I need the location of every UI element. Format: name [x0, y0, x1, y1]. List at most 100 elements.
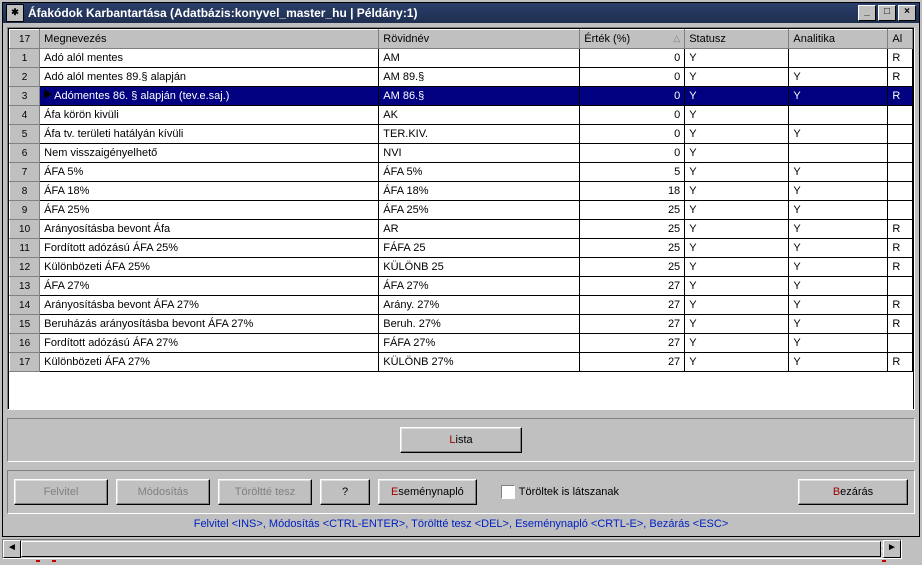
table-row[interactable]: 14Arányosításba bevont ÁFA 27%Arány. 27%… — [10, 296, 913, 315]
table-row[interactable]: 15Beruházás arányosításba bevont ÁFA 27%… — [10, 315, 913, 334]
row-header[interactable]: 6 — [10, 144, 40, 163]
cell[interactable]: Y — [685, 239, 789, 258]
cell[interactable]: ÁFA 27% — [379, 277, 580, 296]
row-header[interactable]: 13 — [10, 277, 40, 296]
cell[interactable]: Y — [789, 125, 888, 144]
cell[interactable]: Arány. 27% — [379, 296, 580, 315]
cell[interactable]: ▶Adómentes 86. § alapján (tev.e.saj.) — [40, 87, 379, 106]
lista-button[interactable]: Lista — [400, 427, 522, 453]
cell[interactable]: 18 — [580, 182, 685, 201]
cell[interactable]: AM 89.§ — [379, 68, 580, 87]
table-row[interactable]: 12Különbözeti ÁFA 25%KÜLÖNB 2525YYR — [10, 258, 913, 277]
row-header[interactable]: 4 — [10, 106, 40, 125]
col-header-name[interactable]: Megnevezés — [40, 30, 379, 49]
cell[interactable]: Y — [789, 220, 888, 239]
cell[interactable]: KÜLÖNB 27% — [379, 353, 580, 372]
cell[interactable]: ÁFA 18% — [379, 182, 580, 201]
bezaras-button[interactable]: Bezárás — [798, 479, 908, 505]
table-row[interactable]: 10Arányosításba bevont ÁfaAR25YYR — [10, 220, 913, 239]
col-header-value[interactable]: Érték (%)△ — [580, 30, 685, 49]
col-header-short[interactable]: Rövidnév — [379, 30, 580, 49]
cell[interactable]: Y — [685, 49, 789, 68]
cell[interactable]: Y — [685, 68, 789, 87]
cell[interactable]: Y — [789, 353, 888, 372]
row-header[interactable]: 16 — [10, 334, 40, 353]
cell[interactable]: 27 — [580, 334, 685, 353]
data-grid[interactable]: 17 Megnevezés Rövidnév Érték (%)△ Status… — [9, 29, 913, 372]
cell[interactable]: Áfa körön kivüli — [40, 106, 379, 125]
cell[interactable]: Y — [685, 144, 789, 163]
table-row[interactable]: 9ÁFA 25%ÁFA 25%25YY — [10, 201, 913, 220]
cell[interactable]: Y — [789, 163, 888, 182]
scroll-thumb[interactable] — [21, 541, 881, 557]
row-header[interactable]: 11 — [10, 239, 40, 258]
cell[interactable]: Y — [685, 106, 789, 125]
col-header-analytic[interactable]: Analitika — [789, 30, 888, 49]
cell[interactable]: 5 — [580, 163, 685, 182]
cell[interactable] — [888, 277, 913, 296]
cell[interactable]: AR — [379, 220, 580, 239]
cell[interactable]: Beruh. 27% — [379, 315, 580, 334]
cell[interactable]: Fordított adózású ÁFA 27% — [40, 334, 379, 353]
cell[interactable]: 0 — [580, 125, 685, 144]
cell[interactable]: AM — [379, 49, 580, 68]
cell[interactable]: Arányosításba bevont Áfa — [40, 220, 379, 239]
cell[interactable]: 25 — [580, 239, 685, 258]
cell[interactable]: Y — [789, 87, 888, 106]
cell[interactable]: KÜLÖNB 25 — [379, 258, 580, 277]
table-row[interactable]: 4Áfa körön kivüliAK0Y — [10, 106, 913, 125]
row-header[interactable]: 7 — [10, 163, 40, 182]
toroltek-checkbox[interactable]: Töröltek is látszanak — [501, 485, 619, 499]
table-row[interactable]: 13ÁFA 27%ÁFA 27%27YY — [10, 277, 913, 296]
cell[interactable] — [888, 125, 913, 144]
cell[interactable]: 25 — [580, 220, 685, 239]
cell[interactable]: Y — [789, 277, 888, 296]
table-row[interactable]: 16Fordított adózású ÁFA 27%FÁFA 27%27YY — [10, 334, 913, 353]
cell[interactable]: Áfa tv. területi hatályán kívüli — [40, 125, 379, 144]
cell[interactable]: Beruházás arányosításba bevont ÁFA 27% — [40, 315, 379, 334]
cell[interactable]: Y — [685, 182, 789, 201]
cell[interactable] — [888, 182, 913, 201]
cell[interactable]: 25 — [580, 201, 685, 220]
cell[interactable]: FÁFA 25 — [379, 239, 580, 258]
row-header[interactable]: 9 — [10, 201, 40, 220]
cell[interactable] — [888, 334, 913, 353]
felvitel-button[interactable]: Felvitel — [14, 479, 108, 505]
cell[interactable]: Y — [685, 201, 789, 220]
esemenynaplo-button[interactable]: Eseménynapló — [378, 479, 477, 505]
cell[interactable] — [789, 106, 888, 125]
cell[interactable]: Y — [685, 353, 789, 372]
cell[interactable]: Y — [685, 315, 789, 334]
table-row[interactable]: 5Áfa tv. területi hatályán kívüliTER.KIV… — [10, 125, 913, 144]
cell[interactable]: R — [888, 258, 913, 277]
cell[interactable]: 25 — [580, 258, 685, 277]
cell[interactable]: Y — [789, 258, 888, 277]
row-header[interactable]: 2 — [10, 68, 40, 87]
cell[interactable]: Különbözeti ÁFA 25% — [40, 258, 379, 277]
cell[interactable]: 27 — [580, 315, 685, 334]
row-header[interactable]: 14 — [10, 296, 40, 315]
minimize-button[interactable]: _ — [858, 5, 876, 21]
cell[interactable]: Y — [685, 334, 789, 353]
row-header[interactable]: 15 — [10, 315, 40, 334]
cell[interactable]: Y — [789, 315, 888, 334]
checkbox-box[interactable] — [501, 485, 515, 499]
scroll-right-icon[interactable]: ► — [883, 540, 901, 558]
cell[interactable]: 0 — [580, 106, 685, 125]
cell[interactable]: Y — [685, 220, 789, 239]
cell[interactable] — [789, 144, 888, 163]
cell[interactable]: Y — [789, 201, 888, 220]
cell[interactable]: Arányosításba bevont ÁFA 27% — [40, 296, 379, 315]
cell[interactable]: 27 — [580, 296, 685, 315]
cell[interactable]: Adó alól mentes — [40, 49, 379, 68]
row-header[interactable]: 17 — [10, 353, 40, 372]
cell[interactable]: R — [888, 49, 913, 68]
cell[interactable]: ÁFA 27% — [40, 277, 379, 296]
cell[interactable]: 0 — [580, 144, 685, 163]
cell[interactable]: Y — [789, 68, 888, 87]
close-button[interactable]: × — [898, 5, 916, 21]
cell[interactable]: ÁFA 5% — [40, 163, 379, 182]
cell[interactable]: Fordított adózású ÁFA 25% — [40, 239, 379, 258]
cell[interactable]: Y — [789, 334, 888, 353]
table-row[interactable]: 1Adó alól mentesAM0YR — [10, 49, 913, 68]
